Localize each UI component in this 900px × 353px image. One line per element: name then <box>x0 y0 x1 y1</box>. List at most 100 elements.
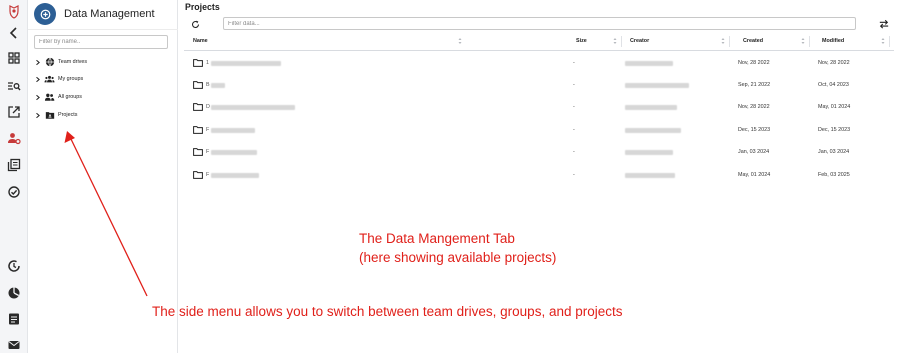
row-created: Nov, 28 2022 <box>738 60 770 66</box>
column-header-modified[interactable]: Modified <box>822 38 844 44</box>
chevron-right-icon[interactable] <box>34 93 41 101</box>
column-header-name[interactable]: Name <box>193 38 208 44</box>
row-size: - <box>573 127 575 133</box>
logo-icon <box>4 2 24 22</box>
divider <box>28 29 178 30</box>
column-divider[interactable] <box>809 36 810 47</box>
redacted-creator <box>625 150 673 155</box>
sidebar-item-team-drives[interactable]: Team drives <box>34 56 87 68</box>
column-header-creator[interactable]: Creator <box>630 38 649 44</box>
sort-icon[interactable] <box>458 37 462 45</box>
column-divider[interactable] <box>889 36 890 47</box>
sidebar-item-label: My groups <box>58 76 84 82</box>
side-menu: Data Management Team drives My groups Al… <box>28 0 178 353</box>
row-modified: May, 01 2024 <box>818 104 851 110</box>
side-menu-header: Data Management <box>34 3 155 25</box>
sync-icon[interactable] <box>4 182 24 202</box>
filter-data-input[interactable] <box>223 17 856 30</box>
row-modified: Oct, 04 2023 <box>818 82 849 88</box>
folder-icon <box>193 148 203 156</box>
table-row[interactable]: F - May, 01 2024 Feb, 03 2025 <box>184 164 894 186</box>
user-settings-icon[interactable] <box>4 128 24 148</box>
library-icon[interactable] <box>4 155 24 175</box>
row-created: May, 01 2024 <box>738 172 771 178</box>
row-name: F <box>206 127 210 133</box>
search-list-icon[interactable] <box>4 76 24 96</box>
grid-icon[interactable] <box>4 48 24 68</box>
redacted-name <box>211 61 281 66</box>
page-title: Projects <box>185 2 220 12</box>
row-created: Sep, 21 2022 <box>738 82 771 88</box>
redacted-creator <box>625 105 677 110</box>
filter-by-name-input[interactable] <box>34 35 168 49</box>
redacted-creator <box>625 83 689 88</box>
chevron-right-icon[interactable] <box>34 75 41 83</box>
mail-icon[interactable] <box>4 335 24 353</box>
row-size: - <box>573 149 575 155</box>
redacted-name <box>211 128 255 133</box>
row-modified: Dec, 15 2023 <box>818 127 851 133</box>
history-icon[interactable] <box>4 256 24 276</box>
table-row[interactable]: D - Nov, 28 2022 May, 01 2024 <box>184 96 894 118</box>
table-row[interactable]: 1 - Nov, 28 2022 Nov, 28 2022 <box>184 52 894 74</box>
row-size: - <box>573 172 575 178</box>
refresh-button[interactable] <box>189 18 201 30</box>
project-folder-icon <box>44 110 55 121</box>
row-name: B <box>206 82 210 88</box>
sort-icon[interactable] <box>801 37 805 45</box>
swap-view-button[interactable] <box>878 18 890 30</box>
add-circle-icon <box>40 9 50 19</box>
groups-icon <box>44 92 55 103</box>
sort-icon[interactable] <box>613 37 617 45</box>
open-external-icon[interactable] <box>4 102 24 122</box>
annotation-tab-title: The Data Mangement Tab <box>359 231 515 246</box>
data-management-main: Projects Name Size Creator Created Modif… <box>178 0 900 353</box>
column-header-created[interactable]: Created <box>743 38 763 44</box>
annotation-side-menu: The side menu allows you to switch betwe… <box>152 304 623 319</box>
redacted-name <box>211 150 257 155</box>
redacted-name <box>211 105 295 110</box>
row-modified: Feb, 03 2025 <box>818 172 850 178</box>
sort-icon[interactable] <box>881 37 885 45</box>
back-icon[interactable] <box>4 23 24 43</box>
sidebar-item-projects[interactable]: Projects <box>34 109 77 121</box>
sidebar-item-all-groups[interactable]: All groups <box>34 91 82 103</box>
redacted-creator <box>625 173 675 178</box>
column-header-size[interactable]: Size <box>576 38 587 44</box>
table-row[interactable]: B - Sep, 21 2022 Oct, 04 2023 <box>184 74 894 96</box>
row-created: Dec, 15 2023 <box>738 127 771 133</box>
redacted-name <box>211 173 259 178</box>
row-name: F <box>206 172 210 178</box>
swap-horizontal-icon <box>879 19 889 29</box>
sidebar-item-my-groups[interactable]: My groups <box>34 73 83 85</box>
chevron-right-icon[interactable] <box>34 58 41 66</box>
folder-icon <box>193 59 203 67</box>
table-header: Name Size Creator Created Modified <box>184 33 894 51</box>
row-name: D <box>206 104 210 110</box>
table-row[interactable]: F - Dec, 15 2023 Dec, 15 2023 <box>184 119 894 141</box>
table-row[interactable]: F - Jan, 03 2024 Jan, 03 2024 <box>184 141 894 163</box>
add-data-button[interactable] <box>34 3 56 25</box>
group-icon <box>44 74 55 85</box>
folder-icon <box>193 81 203 89</box>
folder-icon <box>193 171 203 179</box>
form-icon[interactable] <box>4 309 24 329</box>
row-name: F <box>206 149 210 155</box>
folder-icon <box>193 126 203 134</box>
row-name: 1 <box>206 60 209 66</box>
annotation-tab-subtitle: (here showing available projects) <box>359 250 557 265</box>
sidebar-item-label: All groups <box>58 94 82 100</box>
chevron-right-icon[interactable] <box>34 111 41 119</box>
sidebar-item-label: Projects <box>58 112 78 118</box>
column-divider[interactable] <box>621 36 622 47</box>
pie-chart-icon[interactable] <box>4 283 24 303</box>
redacted-creator <box>625 128 681 133</box>
column-divider[interactable] <box>729 36 730 47</box>
row-created: Nov, 28 2022 <box>738 104 770 110</box>
side-menu-title: Data Management <box>64 8 155 20</box>
redacted-name <box>211 83 225 88</box>
row-modified: Jan, 03 2024 <box>818 149 850 155</box>
sort-icon[interactable] <box>721 37 725 45</box>
row-created: Jan, 03 2024 <box>738 149 770 155</box>
refresh-icon <box>191 20 199 28</box>
